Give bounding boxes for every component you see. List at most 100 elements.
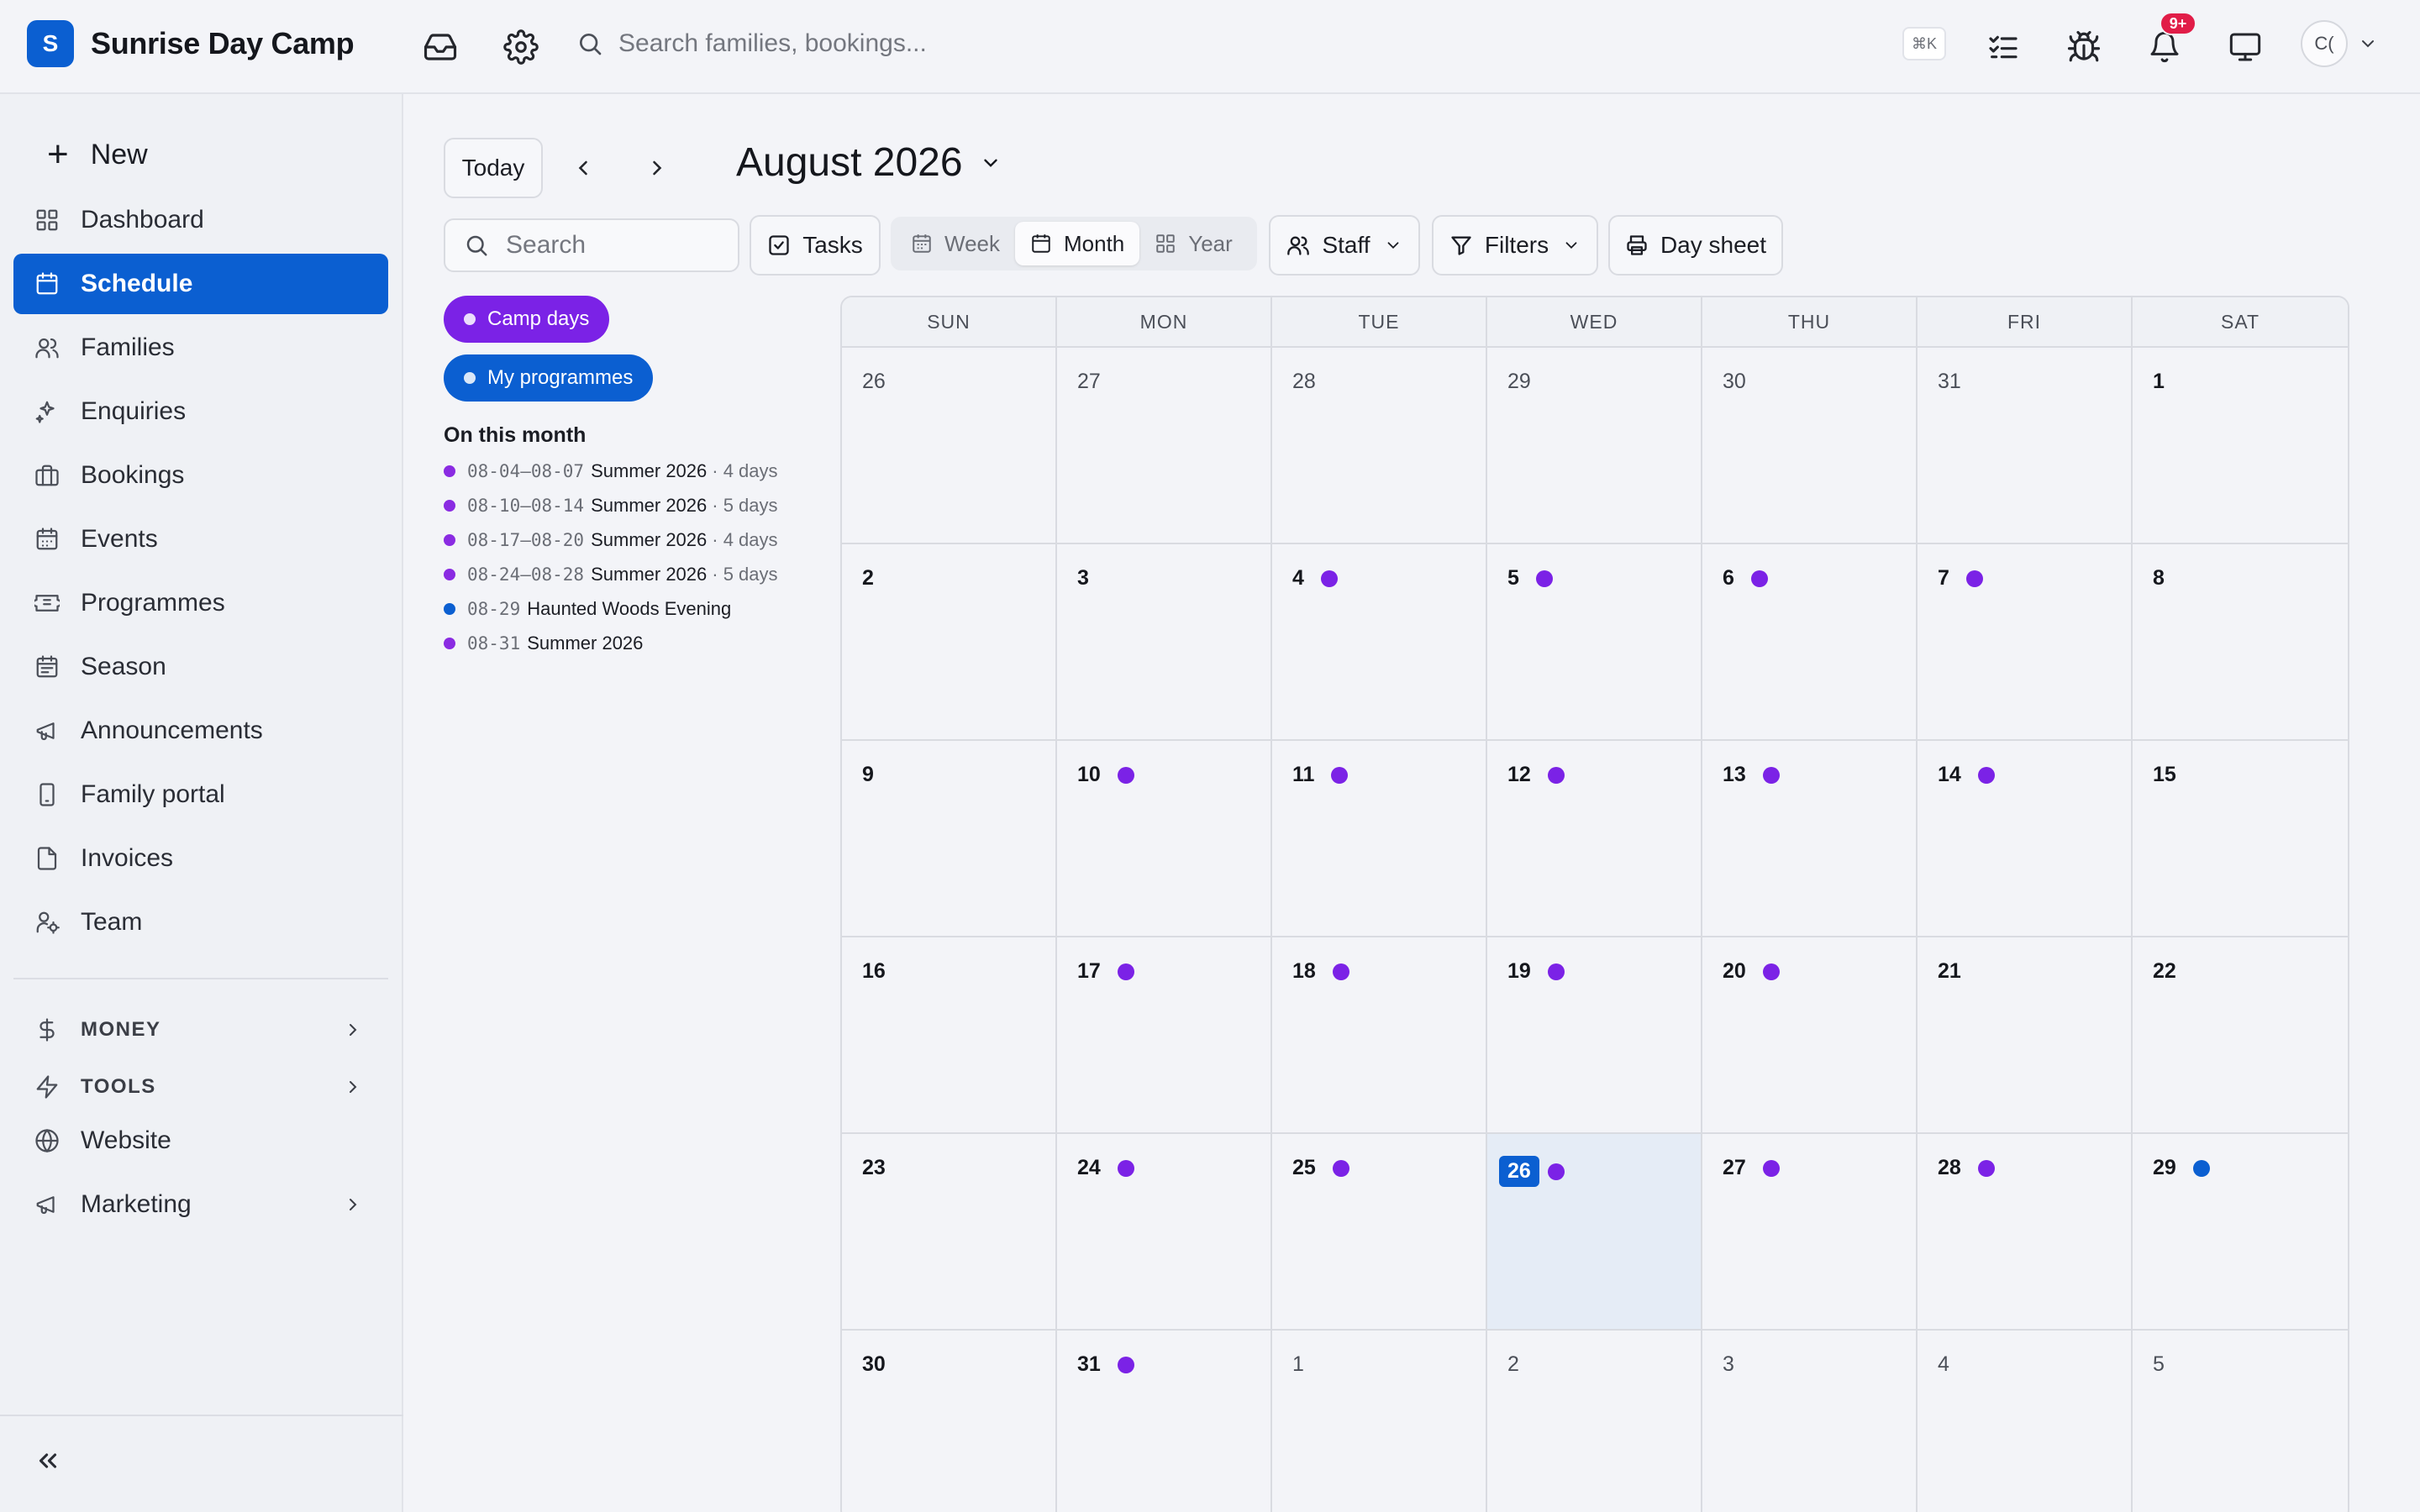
camp-day-dot[interactable] [1977, 766, 1995, 784]
calendar-day[interactable]: 22 [2133, 937, 2348, 1134]
camp-day-dot[interactable] [1547, 766, 1565, 784]
calendar-day[interactable]: 3 [1057, 544, 1272, 741]
calendar-day[interactable]: 25 [1272, 1134, 1487, 1331]
sidebar-item-invoices[interactable]: Invoices [13, 828, 388, 889]
calendar-day[interactable]: 1 [2133, 348, 2348, 544]
camp-day-dot[interactable] [1117, 1356, 1134, 1373]
calendar-day[interactable]: 28 [1918, 1134, 2133, 1331]
camp-day-dot[interactable] [1117, 766, 1134, 784]
calendar-day[interactable]: 30 [842, 1331, 1057, 1512]
calendar-day[interactable]: 11 [1272, 741, 1487, 937]
calendar-day[interactable]: 30 [1702, 348, 1918, 544]
month-event-item[interactable]: 08-10–08-14 Summer 2026 · 5 days [444, 488, 778, 522]
sidebar-item-website[interactable]: Website [13, 1110, 388, 1171]
calendar-day[interactable]: 1 [1272, 1331, 1487, 1512]
calendar-day[interactable]: 27 [1702, 1134, 1918, 1331]
filters-button[interactable]: Filters [1432, 215, 1598, 276]
monitor-icon[interactable] [2223, 25, 2267, 69]
calendar-day[interactable]: 12 [1487, 741, 1702, 937]
sidebar-item-marketing[interactable]: Marketing [13, 1174, 388, 1235]
view-week[interactable]: Week [896, 222, 1015, 265]
camp-day-dot[interactable] [1535, 570, 1553, 587]
calendar-day[interactable]: 16 [842, 937, 1057, 1134]
calendar-day[interactable]: 20 [1702, 937, 1918, 1134]
sidebar-item-family-portal[interactable]: Family portal [13, 764, 388, 825]
calendar-day[interactable]: 8 [2133, 544, 2348, 741]
sidebar-section-tools[interactable]: TOOLS [13, 1060, 388, 1114]
settings-gear-icon[interactable] [499, 25, 543, 69]
previous-month-button[interactable] [560, 144, 607, 192]
calendar-day[interactable]: 31 [1057, 1331, 1272, 1512]
calendar-day[interactable]: 7 [1918, 544, 2133, 741]
month-event-item[interactable]: 08-29 Haunted Woods Evening [444, 591, 778, 626]
calendar-day[interactable]: 17 [1057, 937, 1272, 1134]
calendar-day[interactable]: 2 [842, 544, 1057, 741]
calendar-day[interactable]: 15 [2133, 741, 2348, 937]
next-month-button[interactable] [634, 144, 681, 192]
camp-day-dot[interactable] [1762, 1159, 1780, 1177]
month-event-item[interactable]: 08-31 Summer 2026 [444, 626, 778, 660]
calendar-day[interactable]: 29 [1487, 348, 1702, 544]
month-event-item[interactable]: 08-17–08-20 Summer 2026 · 4 days [444, 522, 778, 557]
today-button[interactable]: Today [444, 138, 543, 198]
brand[interactable]: S Sunrise Day Camp [27, 20, 355, 67]
staff-filter-button[interactable]: Staff [1269, 215, 1420, 276]
calendar-day[interactable]: 27 [1057, 348, 1272, 544]
sidebar-section-money[interactable]: MONEY [13, 1003, 388, 1057]
calendar-day[interactable]: 4 [1272, 544, 1487, 741]
sidebar-item-families[interactable]: Families [13, 318, 388, 378]
camp-day-dot[interactable] [1977, 1159, 1995, 1177]
sidebar-item-team[interactable]: Team [13, 892, 388, 953]
sidebar-item-events[interactable]: Events [13, 509, 388, 570]
camp-day-dot[interactable] [1762, 963, 1780, 980]
collapse-sidebar-icon[interactable] [34, 1446, 62, 1475]
view-year[interactable]: Year [1139, 222, 1248, 265]
schedule-search-input[interactable] [506, 231, 716, 260]
sidebar-item-dashboard[interactable]: Dashboard [13, 190, 388, 250]
sidebar-item-season[interactable]: Season [13, 637, 388, 697]
tasks-button[interactable]: Tasks [750, 215, 881, 276]
sidebar-item-bookings[interactable]: Bookings [13, 445, 388, 506]
global-search[interactable] [560, 15, 1953, 72]
inbox-icon[interactable] [418, 25, 462, 69]
month-event-item[interactable]: 08-24–08-28 Summer 2026 · 5 days [444, 557, 778, 591]
camp-day-dot[interactable] [1547, 1163, 1565, 1180]
calendar-day[interactable]: 26 [842, 348, 1057, 544]
camp-day-dot[interactable] [1750, 570, 1768, 587]
calendar-day[interactable]: 31 [1918, 348, 2133, 544]
camp-day-dot[interactable] [1547, 963, 1565, 980]
month-event-item[interactable]: 08-04–08-07 Summer 2026 · 4 days [444, 454, 778, 488]
sidebar-item-programmes[interactable]: Programmes [13, 573, 388, 633]
calendar-day[interactable]: 24 [1057, 1134, 1272, 1331]
camp-day-dot[interactable] [1762, 766, 1780, 784]
legend-camp-days[interactable]: Camp days [444, 296, 610, 343]
view-month[interactable]: Month [1015, 222, 1140, 265]
sidebar-item-enquiries[interactable]: Enquiries [13, 381, 388, 442]
chevron-down-icon[interactable] [2358, 34, 2378, 54]
calendar-day[interactable]: 10 [1057, 741, 1272, 937]
calendar-day[interactable]: 5 [2133, 1331, 2348, 1512]
schedule-search[interactable] [444, 218, 739, 272]
calendar-day[interactable]: 9 [842, 741, 1057, 937]
month-picker[interactable]: August 2026 [736, 139, 1002, 186]
new-button[interactable]: + New [47, 128, 148, 181]
legend-my-programmes[interactable]: My programmes [444, 354, 654, 402]
sidebar-item-announcements[interactable]: Announcements [13, 701, 388, 761]
task-list-icon[interactable] [1981, 25, 2025, 69]
calendar-day[interactable]: 21 [1918, 937, 2133, 1134]
camp-day-dot[interactable] [1320, 570, 1338, 587]
calendar-day[interactable]: 6 [1702, 544, 1918, 741]
calendar-day[interactable]: 3 [1702, 1331, 1918, 1512]
camp-day-dot[interactable] [1117, 1159, 1134, 1177]
global-search-input[interactable] [618, 29, 1953, 58]
calendar-day[interactable]: 4 [1918, 1331, 2133, 1512]
day-sheet-button[interactable]: Day sheet [1608, 215, 1783, 276]
calendar-day[interactable]: 13 [1702, 741, 1918, 937]
programme-event-dot[interactable] [2192, 1159, 2210, 1177]
calendar-day[interactable]: 18 [1272, 937, 1487, 1134]
calendar-day[interactable]: 5 [1487, 544, 1702, 741]
calendar-day[interactable]: 19 [1487, 937, 1702, 1134]
calendar-day[interactable]: 23 [842, 1134, 1057, 1331]
camp-day-dot[interactable] [1117, 963, 1134, 980]
calendar-day[interactable]: 28 [1272, 348, 1487, 544]
